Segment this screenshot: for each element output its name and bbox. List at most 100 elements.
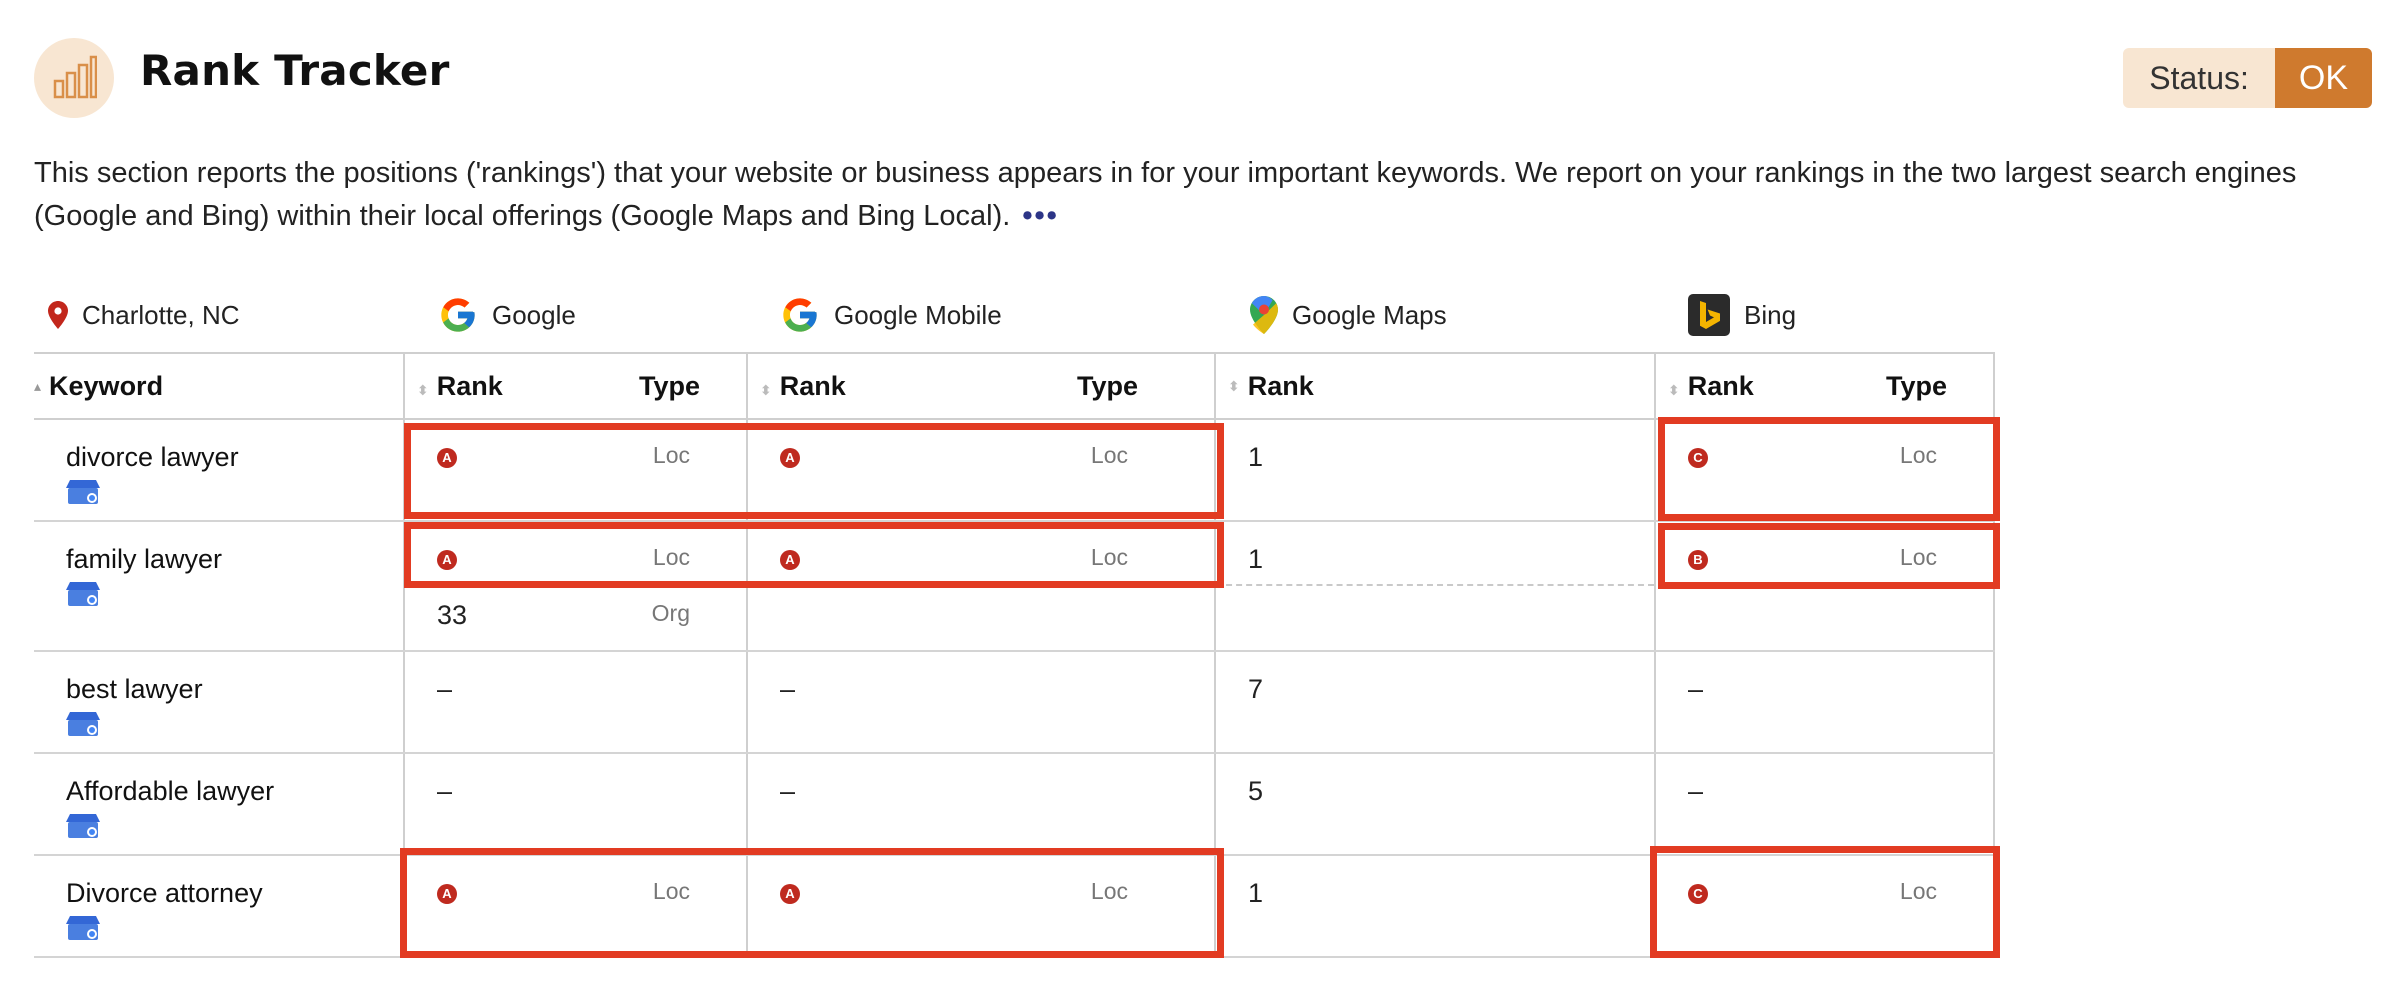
google-cell: – xyxy=(403,753,747,856)
type-value: Loc xyxy=(1899,442,1937,468)
more-button[interactable]: ••• xyxy=(1022,200,1058,232)
sort-icon: ⬍ xyxy=(1668,381,1680,398)
rank-value: – xyxy=(780,776,796,806)
section-description: This section reports the positions ('ran… xyxy=(34,152,2364,238)
keyword-cell: Divorce attorney xyxy=(34,855,404,958)
keyword-cell: Affordable lawyer xyxy=(34,753,404,856)
rank-value: – xyxy=(1688,776,1704,806)
rank-table: ▴ Keyword ⬍ Rank Type ⬍ Rank Type ⬍ Rank xyxy=(34,352,1995,958)
sort-icon: ⬍ xyxy=(760,381,772,398)
table-row: Affordable lawyer – – 5 – xyxy=(34,753,1995,856)
google-cell: A Loc xyxy=(403,855,747,958)
keyword-text: Divorce attorney xyxy=(66,878,263,908)
keyword-header-label: Keyword xyxy=(49,370,164,401)
type-value: Loc xyxy=(1090,878,1128,904)
google-label: Google xyxy=(492,299,576,330)
rank-value: 5 xyxy=(1248,776,1264,806)
type-value: Loc xyxy=(1090,442,1128,468)
bing-cell: C Loc xyxy=(1654,855,1995,958)
google-maps-label: Google Maps xyxy=(1292,299,1447,330)
sort-icon: ⬍ xyxy=(417,381,429,398)
keyword-text: Affordable lawyer xyxy=(66,776,275,806)
rank-value: – xyxy=(1688,674,1704,704)
type-header-label: Type xyxy=(1076,370,1138,401)
rank-badge: A xyxy=(780,884,800,904)
table-row: Divorce attorney A Loc A Loc 1 C Loc xyxy=(34,855,1995,958)
sort-icon: ▴ xyxy=(34,377,42,394)
google-mobile-rank-type-header[interactable]: ⬍ Rank Type xyxy=(746,352,1215,420)
google-maps-cell: 1 xyxy=(1214,855,1655,958)
google-maps-cell: 1 xyxy=(1214,419,1655,522)
google-mobile-cell: A Loc xyxy=(746,419,1215,522)
rank-value: 7 xyxy=(1248,674,1264,704)
google-maps-header: Google Maps xyxy=(1250,290,1447,340)
google-cell: A Loc xyxy=(403,419,747,522)
google-g-icon xyxy=(438,295,478,335)
google-cell: A Loc 33 Org xyxy=(403,521,747,652)
table-row: divorce lawyer A Loc A Loc 1 C Loc xyxy=(34,419,1995,522)
type-value: Org xyxy=(651,600,690,626)
google-mobile-header: Google Mobile xyxy=(780,290,1002,340)
keyword-cell: family lawyer xyxy=(34,521,404,652)
rank-tracker-logo-icon xyxy=(34,38,114,118)
google-cell: – xyxy=(403,651,747,754)
rank-value: – xyxy=(437,776,453,806)
google-my-business-icon xyxy=(66,814,100,838)
google-mobile-cell: A Loc xyxy=(746,855,1215,958)
google-maps-cell: 5 xyxy=(1214,753,1655,856)
google-header: Google xyxy=(438,290,576,340)
status-value: OK xyxy=(2274,48,2372,108)
bing-label: Bing xyxy=(1744,299,1797,330)
page-title: Rank Tracker xyxy=(140,46,450,95)
rank-header-label: Rank xyxy=(1687,370,1754,401)
type-value: Loc xyxy=(1090,544,1128,570)
rank-value: 33 xyxy=(437,600,468,630)
keyword-cell: best lawyer xyxy=(34,651,404,754)
google-maps-rank-header[interactable]: ⬍ Rank xyxy=(1214,352,1655,420)
keyword-column-header[interactable]: ▴ Keyword xyxy=(34,352,404,420)
rank-value: – xyxy=(780,674,796,704)
rank-header-label: Rank xyxy=(1247,370,1314,401)
google-g-icon xyxy=(780,295,820,335)
type-value: Loc xyxy=(652,544,690,570)
bing-icon xyxy=(1688,294,1730,336)
google-mobile-label: Google Mobile xyxy=(834,299,1002,330)
google-my-business-icon xyxy=(66,712,100,736)
keyword-text: family lawyer xyxy=(66,544,223,574)
google-my-business-icon xyxy=(66,916,100,940)
status-label: Status: xyxy=(2123,48,2275,108)
bing-cell: – xyxy=(1654,651,1995,754)
bing-cell: – xyxy=(1654,753,1995,856)
type-value: Loc xyxy=(1899,544,1937,570)
type-header-label: Type xyxy=(1885,370,1947,401)
sort-icon: ⬍ xyxy=(1228,377,1240,394)
keyword-cell: divorce lawyer xyxy=(34,419,404,522)
rank-value: 1 xyxy=(1248,878,1264,908)
rank-badge: A xyxy=(780,448,800,468)
bing-rank-type-header[interactable]: ⬍ Rank Type xyxy=(1654,352,1995,420)
location-pin-icon xyxy=(48,301,68,329)
rank-badge: C xyxy=(1688,884,1708,904)
type-value: Loc xyxy=(652,442,690,468)
rank-badge: C xyxy=(1688,448,1708,468)
location-label: Charlotte, NC xyxy=(82,299,240,330)
status-badge: Status: OK xyxy=(2123,48,2372,108)
bing-cell: B Loc xyxy=(1654,521,1995,652)
google-my-business-icon xyxy=(66,582,100,606)
type-value: Loc xyxy=(1899,878,1937,904)
description-text: This section reports the positions ('ran… xyxy=(34,157,2297,232)
rank-value: – xyxy=(437,674,453,704)
table-row: best lawyer – – 7 – xyxy=(34,651,1995,754)
google-rank-type-header[interactable]: ⬍ Rank Type xyxy=(403,352,747,420)
rank-header-label: Rank xyxy=(779,370,846,401)
location-header: Charlotte, NC xyxy=(48,290,240,340)
keyword-text: divorce lawyer xyxy=(66,442,239,472)
bing-cell: C Loc xyxy=(1654,419,1995,522)
google-maps-cell: 7 xyxy=(1214,651,1655,754)
table-row: family lawyer A Loc 33 Org A Loc 1 B Loc xyxy=(34,521,1995,652)
rank-value: 1 xyxy=(1248,544,1264,574)
rank-value: 1 xyxy=(1248,442,1264,472)
google-maps-pin-icon xyxy=(1250,296,1278,334)
google-mobile-cell: – xyxy=(746,651,1215,754)
rank-badge: A xyxy=(437,884,457,904)
